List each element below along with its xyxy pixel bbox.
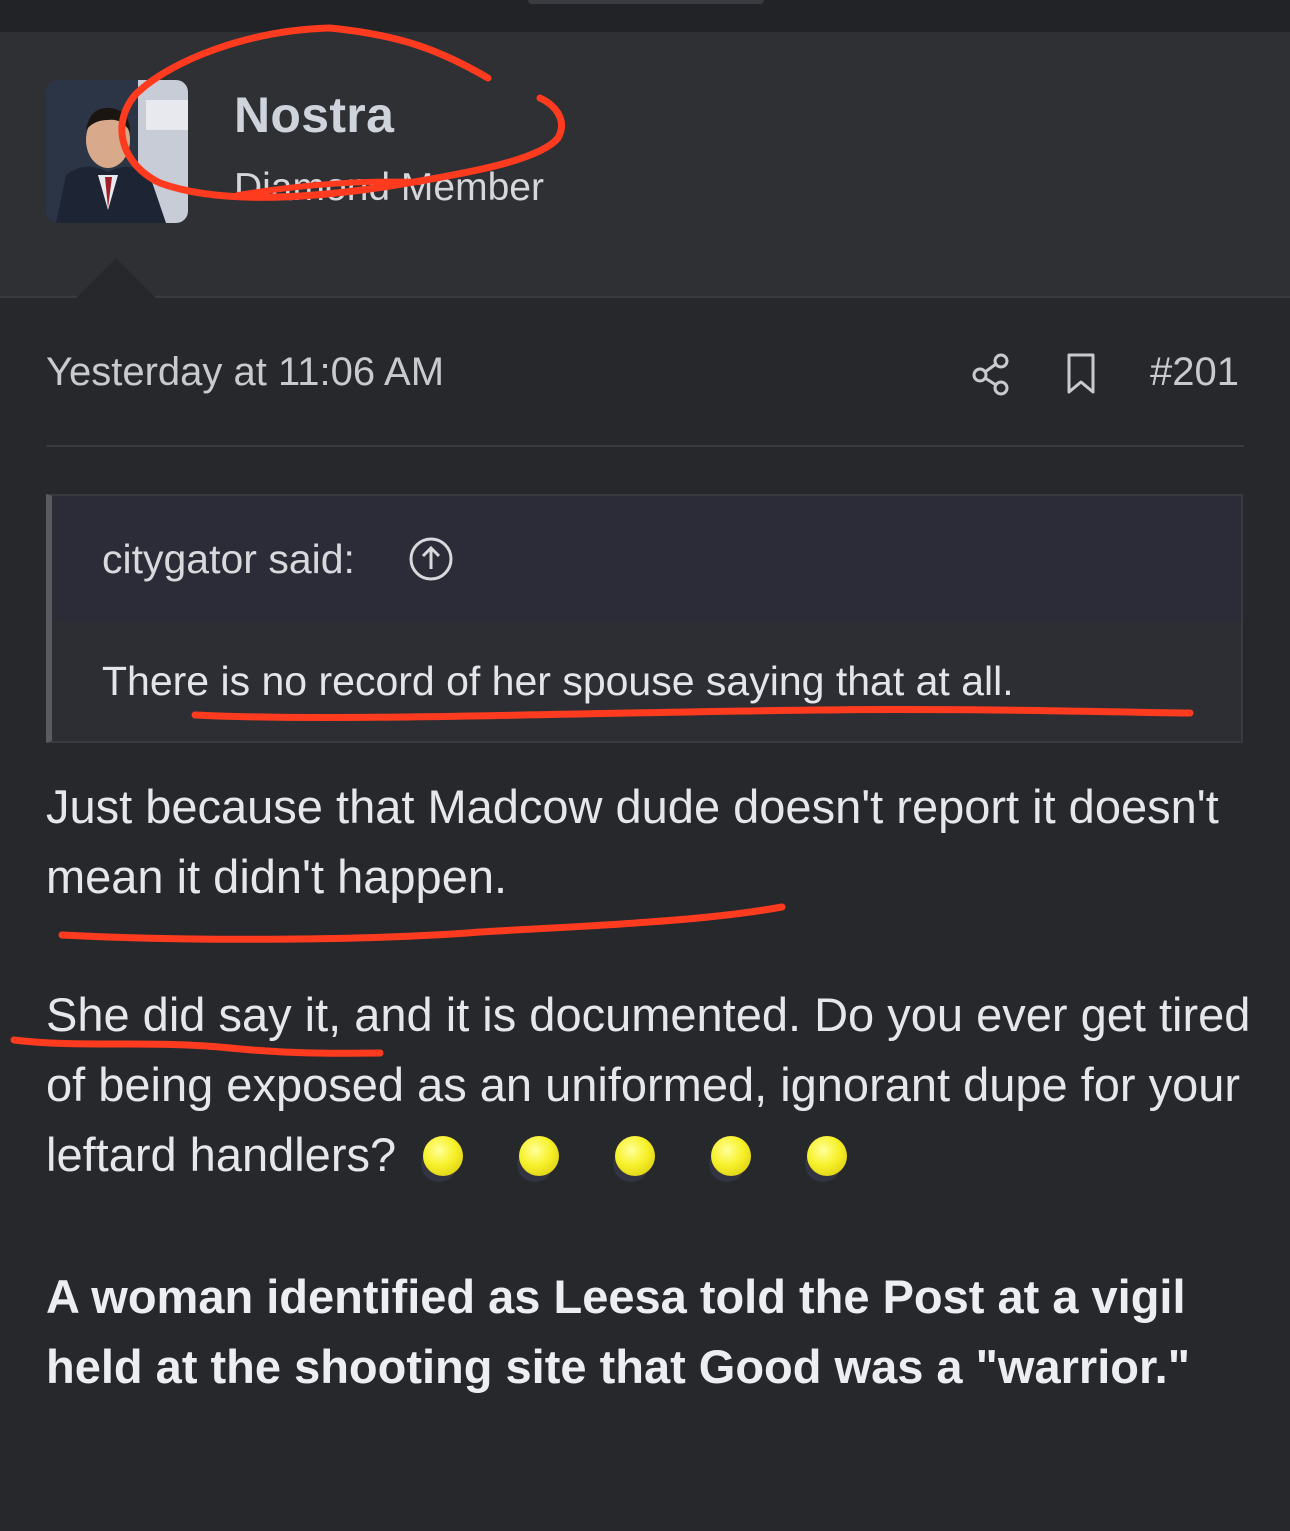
sun-emoji-icon bbox=[615, 1136, 656, 1177]
sheet-grabber[interactable] bbox=[528, 0, 764, 4]
bookmark-icon[interactable] bbox=[1064, 352, 1098, 396]
top-bar bbox=[0, 0, 1290, 32]
emoji-row bbox=[423, 1124, 903, 1194]
quote-block: citygator said: There is no record of he… bbox=[46, 494, 1243, 743]
message-paragraph-3: A woman identified as Leesa told the Pos… bbox=[46, 1270, 1190, 1393]
post-timestamp[interactable]: Yesterday at 11:06 AM bbox=[46, 350, 444, 395]
meta-divider bbox=[46, 445, 1244, 447]
post-number-link[interactable]: #201 bbox=[1150, 350, 1239, 395]
user-bar-arrow bbox=[76, 258, 156, 298]
message-paragraph-2: She did say it, and it is documented. Do… bbox=[46, 980, 1256, 1194]
quote-header: citygator said: bbox=[52, 496, 1241, 620]
sun-emoji-icon bbox=[807, 1136, 848, 1177]
avatar[interactable] bbox=[46, 80, 188, 223]
author-title: Diamond Member bbox=[234, 166, 544, 209]
sun-emoji-icon bbox=[423, 1136, 464, 1177]
message-paragraph-1: Just because that Madcow dude doesn't re… bbox=[46, 780, 1219, 903]
sun-emoji-icon bbox=[711, 1136, 752, 1177]
arrow-up-circle-icon[interactable] bbox=[408, 536, 454, 582]
quote-text: There is no record of her spouse saying … bbox=[102, 658, 1014, 704]
sun-emoji-icon bbox=[519, 1136, 560, 1177]
author-name[interactable]: Nostra bbox=[234, 86, 394, 144]
quote-author[interactable]: citygator said: bbox=[102, 536, 355, 583]
avatar-photo bbox=[46, 80, 188, 223]
message-user-bar bbox=[0, 32, 1290, 298]
share-icon[interactable] bbox=[970, 352, 1014, 396]
